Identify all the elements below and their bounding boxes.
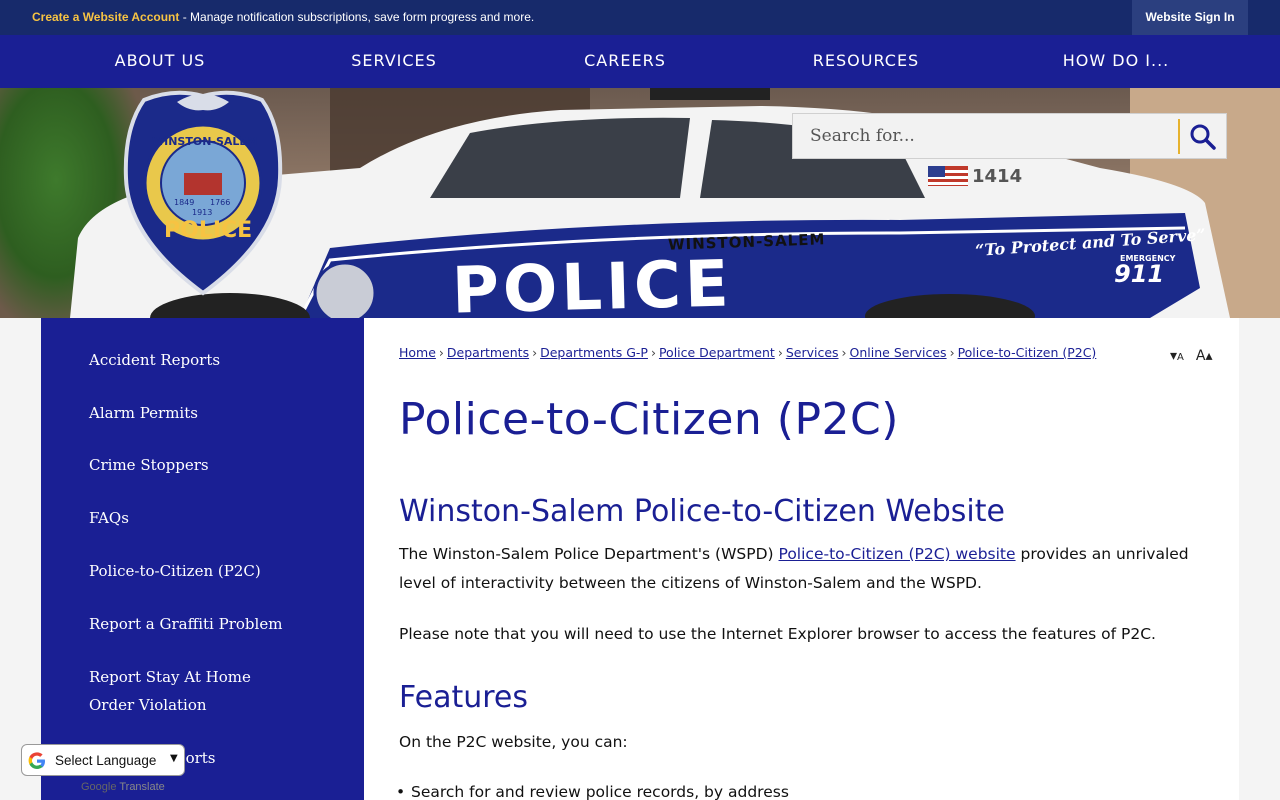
- car-police-text: POLICE: [451, 247, 734, 318]
- language-select[interactable]: Select Language ▼: [21, 744, 185, 776]
- nav-resources[interactable]: RESOURCES: [795, 35, 937, 88]
- p2c-website-link[interactable]: Police-to-Citizen (P2C) website: [779, 545, 1016, 563]
- font-decrease-button[interactable]: ▾A: [1170, 348, 1184, 364]
- create-account-description: - Manage notification subscriptions, sav…: [179, 10, 535, 24]
- search-icon: [1190, 124, 1216, 150]
- badge-year-right: 1766: [210, 198, 231, 207]
- section-heading-features: Features: [399, 680, 528, 715]
- site-search: [792, 113, 1227, 159]
- create-account-link[interactable]: Create a Website Account: [32, 10, 179, 24]
- badge-icon: [123, 90, 283, 296]
- breadcrumb-home[interactable]: Home: [399, 345, 436, 360]
- section-heading-p2c-website: Winston-Salem Police-to-Citizen Website: [399, 494, 1005, 529]
- nav-about-us[interactable]: ABOUT US: [95, 35, 225, 88]
- breadcrumb: Home › Departments › Departments G-P › Police …: [399, 345, 1097, 360]
- sidebar-nav: Accident Reports Alarm Permits Crime Sto…: [41, 318, 364, 800]
- account-message: Create a Website Account - Manage notifi…: [32, 10, 534, 24]
- font-increase-button[interactable]: A▴: [1196, 348, 1213, 364]
- sidebar-item-faqs[interactable]: FAQs: [89, 504, 329, 532]
- website-sign-in-button[interactable]: Website Sign In: [1132, 0, 1248, 35]
- breadcrumb-online-services[interactable]: Online Services: [850, 345, 947, 360]
- car-emergency-number: 911: [1114, 260, 1165, 288]
- badge-year-center: 1913: [192, 208, 213, 217]
- features-intro: On the P2C website, you can:: [399, 733, 628, 751]
- page-title: Police-to-Citizen (P2C): [399, 394, 899, 445]
- powered-by-google-translate[interactable]: Google Translate: [81, 781, 165, 793]
- nav-services[interactable]: SERVICES: [330, 35, 458, 88]
- sidebar-item-stay-at-home[interactable]: Report Stay At Home Order Violation: [89, 663, 289, 719]
- list-item: Search for and review police records, by…: [396, 783, 789, 800]
- sidebar-item-p2c[interactable]: Police-to-Citizen (P2C): [89, 557, 329, 585]
- sidebar-item-crime-stoppers[interactable]: Crime Stoppers: [89, 451, 329, 479]
- sidebar-item-accident-reports[interactable]: Accident Reports: [89, 346, 329, 374]
- breadcrumb-p2c[interactable]: Police-to-Citizen (P2C): [958, 345, 1097, 360]
- nav-how-do-i[interactable]: HOW DO I...: [1045, 35, 1187, 88]
- breadcrumb-services[interactable]: Services: [786, 345, 839, 360]
- search-input[interactable]: [793, 114, 1178, 158]
- badge-city-text: WINSTON-SALEM: [152, 135, 258, 148]
- chevron-down-icon: ▼: [170, 753, 178, 764]
- police-badge-logo[interactable]: WINSTON-SALEM 1849 1766 1913 POLICE: [122, 88, 285, 298]
- font-size-controls: ▾A A▴: [1170, 348, 1224, 364]
- breadcrumb-police-department[interactable]: Police Department: [659, 345, 775, 360]
- main-navigation: ABOUT US SERVICES CAREERS RESOURCES HOW …: [0, 35, 1280, 88]
- sidebar-item-graffiti[interactable]: Report a Graffiti Problem: [89, 610, 329, 638]
- nav-careers[interactable]: CAREERS: [565, 35, 685, 88]
- intro-paragraph: The Winston-Salem Police Department's (W…: [399, 545, 1189, 592]
- select-language-label: Select Language: [55, 753, 157, 768]
- breadcrumb-departments-g-p[interactable]: Departments G-P: [540, 345, 648, 360]
- badge-year-left: 1849: [174, 198, 195, 207]
- search-divider: [1178, 119, 1180, 154]
- main-content: Home › Departments › Departments G-P › Police …: [364, 318, 1239, 800]
- badge-police-text: POLICE: [164, 218, 253, 243]
- search-button[interactable]: [1186, 120, 1220, 154]
- car-number: 1414: [972, 166, 1023, 187]
- google-g-icon: [28, 752, 45, 769]
- browser-note-paragraph: Please note that you will need to use th…: [399, 625, 1156, 643]
- breadcrumb-departments[interactable]: Departments: [447, 345, 529, 360]
- sidebar-item-alarm-permits[interactable]: Alarm Permits: [89, 399, 329, 427]
- account-bar: Create a Website Account - Manage notifi…: [0, 0, 1280, 35]
